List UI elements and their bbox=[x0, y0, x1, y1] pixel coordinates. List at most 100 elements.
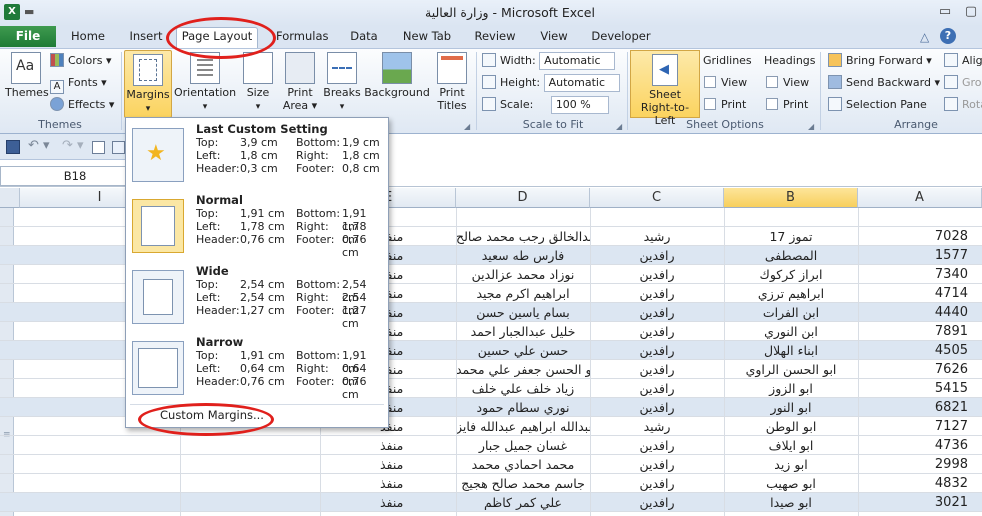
cell-d[interactable]: حسن علي حسين bbox=[456, 341, 590, 360]
cell-a[interactable]: 7891 bbox=[858, 322, 968, 341]
cell-b[interactable] bbox=[724, 208, 858, 227]
cell-a[interactable]: 4832 bbox=[858, 474, 968, 493]
themes-button[interactable]: Aa Themes bbox=[5, 52, 49, 99]
tab-developer[interactable]: Developer bbox=[590, 28, 652, 47]
qat-save-icon[interactable]: ▬ bbox=[24, 5, 34, 18]
cell-e[interactable]: منفذ bbox=[330, 474, 450, 493]
cell-c[interactable]: رشيد bbox=[590, 417, 724, 436]
cell-c[interactable] bbox=[590, 208, 724, 227]
cell-a[interactable]: 1577 bbox=[858, 246, 968, 265]
cell-c[interactable]: رشيد bbox=[590, 227, 724, 246]
cell-b[interactable]: المصطفى bbox=[724, 246, 858, 265]
minimize-icon[interactable]: ▭ bbox=[936, 3, 954, 21]
column-header-a[interactable]: A bbox=[858, 188, 982, 208]
cell-a[interactable]: 5415 bbox=[858, 379, 968, 398]
column-header-c[interactable]: C bbox=[590, 188, 724, 208]
cell-c[interactable]: رافدين bbox=[590, 246, 724, 265]
cell-b[interactable]: ابو الحسن الراوي bbox=[724, 360, 858, 379]
background-button[interactable]: Background bbox=[364, 52, 430, 99]
height-control[interactable]: Height: Automatic bbox=[482, 73, 620, 93]
margin-option-last-custom[interactable]: ★ Last Custom Setting Top: 3,9 cm Bottom: 1… bbox=[128, 120, 386, 188]
cell-a[interactable]: 7028 bbox=[858, 227, 968, 246]
cell-d[interactable]: جاسم محمد صالح هجيج bbox=[456, 474, 590, 493]
tab-insert[interactable]: Insert bbox=[124, 28, 168, 47]
cell-d[interactable]: ابو الحسن جعفر علي محمد bbox=[456, 360, 590, 379]
colors-button[interactable]: Colors ▾ bbox=[50, 51, 111, 71]
tab-review[interactable]: Review bbox=[472, 28, 518, 47]
cell-d[interactable]: نوزاد محمد عزالدين bbox=[456, 265, 590, 284]
print-area-button[interactable]: Print Area ▾ bbox=[280, 52, 320, 112]
cell-c[interactable]: رافدين bbox=[590, 265, 724, 284]
selection-pane-button[interactable]: Selection Pane bbox=[828, 95, 927, 115]
cell-e[interactable]: منفذ bbox=[330, 455, 450, 474]
cell-c[interactable]: رافدين bbox=[590, 493, 724, 512]
gridlines-view-checkbox[interactable]: View bbox=[704, 73, 747, 93]
cell-c[interactable]: رافدين bbox=[590, 284, 724, 303]
cell-d[interactable]: فارس طه سعيد bbox=[456, 246, 590, 265]
cell-d[interactable] bbox=[456, 208, 590, 227]
cell-a[interactable]: 7626 bbox=[858, 360, 968, 379]
scale-spinner[interactable]: 100 % bbox=[550, 96, 609, 114]
cell-e[interactable]: منفذ bbox=[330, 436, 450, 455]
cell-d[interactable]: نوري سطام حمود bbox=[456, 398, 590, 417]
send-backward-button[interactable]: Send Backward ▾ bbox=[828, 73, 940, 93]
breaks-button[interactable]: Breaks ▾ bbox=[322, 52, 362, 112]
cell-c[interactable]: رافدين bbox=[590, 379, 724, 398]
cell-a[interactable] bbox=[858, 208, 968, 227]
table-row[interactable]: منفذ محمد احمادي محمد رافدين ابو زيد 2998 bbox=[0, 455, 982, 474]
table-row[interactable]: منفذ جاسم محمد صالح هجيج رافدين ابو صهيب 483… bbox=[0, 474, 982, 493]
tab-new-tab[interactable]: New Tab bbox=[400, 28, 454, 47]
margin-option-wide[interactable]: Wide Top: 2,54 cm Bottom: 2,54 cm Left: 2,54… bbox=[128, 262, 386, 330]
cell-b[interactable]: ابو الوطن bbox=[724, 417, 858, 436]
headings-print-checkbox[interactable]: Print bbox=[766, 95, 808, 115]
column-header-d[interactable]: D bbox=[456, 188, 590, 208]
margin-option-normal[interactable]: Normal Top: 1,91 cm Bottom: 1,91 cm Left: 1,… bbox=[128, 191, 386, 259]
page-setup-dialog-launcher-icon[interactable]: ◢ bbox=[464, 122, 470, 131]
cell-d[interactable]: علي كمر كاظم bbox=[456, 493, 590, 512]
cell-b[interactable]: ابو الزوز bbox=[724, 379, 858, 398]
cell-a[interactable]: 4505 bbox=[858, 341, 968, 360]
excel-app-icon[interactable]: X bbox=[4, 4, 20, 20]
cell-c[interactable]: رافدين bbox=[590, 474, 724, 493]
cell-c[interactable]: رافدين bbox=[590, 322, 724, 341]
cell-a[interactable]: 7340 bbox=[858, 265, 968, 284]
cell-b[interactable]: ابو زيد bbox=[724, 455, 858, 474]
margin-option-narrow[interactable]: Narrow Top: 1,91 cm Bottom: 1,91 cm Left: 0,… bbox=[128, 333, 386, 401]
tab-data[interactable]: Data bbox=[346, 28, 382, 47]
cell-a[interactable]: 3021 bbox=[858, 493, 968, 512]
cell-d[interactable]: عبدالله ابراهيم عبدالله فايز bbox=[456, 417, 590, 436]
cell-a[interactable]: 4440 bbox=[858, 303, 968, 322]
cell-c[interactable]: رافدين bbox=[590, 436, 724, 455]
cell-b[interactable]: تموز 17 bbox=[724, 227, 858, 246]
width-control[interactable]: Width: Automatic bbox=[482, 51, 616, 71]
help-icon[interactable]: ? bbox=[940, 28, 956, 44]
effects-button[interactable]: Effects ▾ bbox=[50, 95, 114, 115]
cell-b[interactable]: ابناء الهلال bbox=[724, 341, 858, 360]
cell-e[interactable]: منفذ bbox=[330, 493, 450, 512]
collapse-ribbon-icon[interactable]: △ bbox=[920, 30, 929, 44]
table-row[interactable]: منفذ غسان جميل جبار رافدين ابو ايلاف 4736 bbox=[0, 436, 982, 455]
cell-a[interactable]: 7127 bbox=[858, 417, 968, 436]
tab-view[interactable]: View bbox=[536, 28, 572, 47]
cell-b[interactable]: ابو صيدا bbox=[724, 493, 858, 512]
tab-formulas[interactable]: Formulas bbox=[276, 28, 329, 47]
tab-home[interactable]: Home bbox=[66, 28, 110, 47]
tab-file[interactable]: File bbox=[0, 26, 56, 47]
scale-dialog-launcher-icon[interactable]: ◢ bbox=[616, 122, 622, 131]
sheet-right-to-left-button[interactable]: ◀ Sheet Right-to-Left bbox=[630, 50, 700, 127]
cell-c[interactable]: رافدين bbox=[590, 398, 724, 417]
scale-control[interactable]: Scale: 100 % bbox=[482, 95, 609, 115]
cell-b[interactable]: ابن النوري bbox=[724, 322, 858, 341]
margins-button[interactable]: Margins ▾ bbox=[124, 50, 172, 118]
cell-a[interactable]: 6821 bbox=[858, 398, 968, 417]
bring-forward-button[interactable]: Bring Forward ▾ bbox=[828, 51, 932, 71]
cell-b[interactable]: ابو ايلاف bbox=[724, 436, 858, 455]
cell-d[interactable]: بسام ياسين حسن bbox=[456, 303, 590, 322]
cell-d[interactable]: غسان جميل جبار bbox=[456, 436, 590, 455]
cell-b[interactable]: ابراهيم ترزي bbox=[724, 284, 858, 303]
cell-a[interactable]: 2998 bbox=[858, 455, 968, 474]
print-titles-button[interactable]: Print Titles bbox=[432, 52, 472, 112]
sheet-options-dialog-launcher-icon[interactable]: ◢ bbox=[808, 122, 814, 131]
cell-c[interactable]: رافدين bbox=[590, 360, 724, 379]
cell-b[interactable]: ابن الفرات bbox=[724, 303, 858, 322]
